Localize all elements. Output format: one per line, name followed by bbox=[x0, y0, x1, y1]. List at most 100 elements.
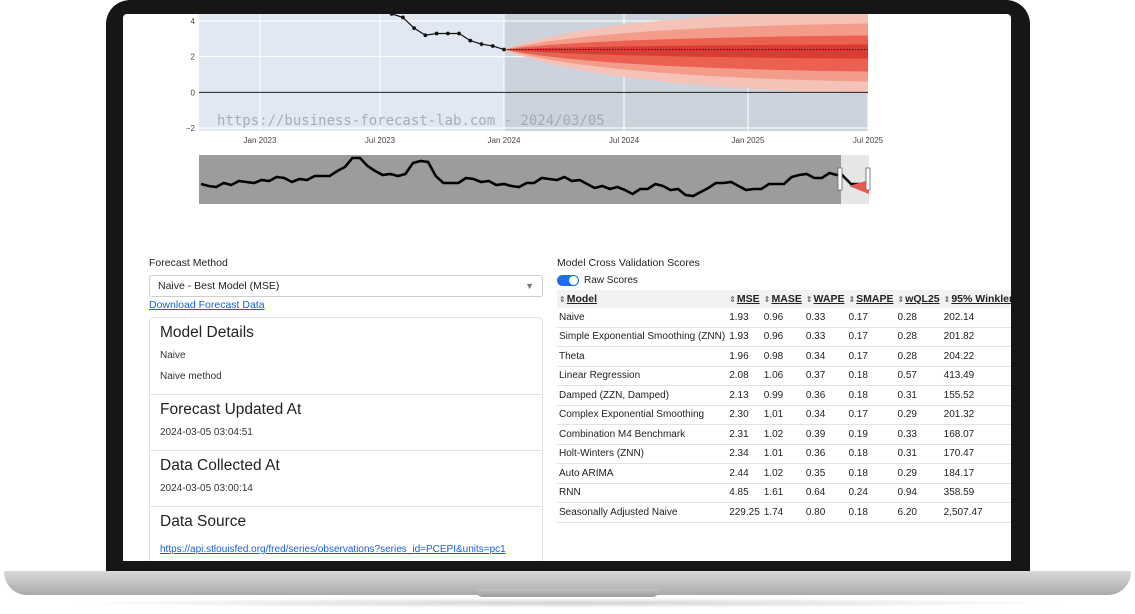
score-cell: 4.85 bbox=[727, 483, 762, 503]
model-details-section: Model Details Naive Naive method bbox=[150, 318, 542, 395]
column-header-mase[interactable]: ⇕MASE bbox=[761, 290, 804, 308]
model-name-cell: Seasonally Adjusted Naive bbox=[557, 502, 728, 523]
cv-scores-table: ⇕Model ⇕MSE ⇕MASE ⇕WAPE ⇕SMAPE ⇕wQL25 ⇕9… bbox=[557, 290, 1011, 523]
score-cell: 0.94 bbox=[895, 483, 942, 503]
score-cell: 2.44 bbox=[727, 463, 762, 484]
score-cell: 1.06 bbox=[761, 366, 804, 386]
raw-scores-label: Raw Scores bbox=[584, 275, 638, 286]
column-header-mse[interactable]: ⇕MSE bbox=[727, 290, 762, 308]
laptop-notch bbox=[475, 589, 660, 597]
score-cell: 1.01 bbox=[761, 444, 804, 464]
y-axis-ticks: 4 2 0 −2 bbox=[186, 17, 196, 133]
table-row: Complex Exponential Smoothing 2.30 1.01 0.3… bbox=[557, 405, 1011, 425]
score-cell: 0.17 bbox=[846, 405, 896, 425]
score-cell: 0.24 bbox=[846, 483, 896, 503]
model-name-cell: Damped (ZZN, Damped) bbox=[557, 385, 728, 406]
sort-icon: ⇕ bbox=[763, 295, 771, 304]
table-row: RNN 4.85 1.61 0.64 0.24 0.94 358.59 bbox=[557, 483, 1011, 503]
score-cell: 0.64 bbox=[803, 483, 847, 503]
score-cell: 0.36 bbox=[803, 444, 847, 464]
sort-icon: ⇕ bbox=[805, 295, 813, 304]
column-header-smape[interactable]: ⇕SMAPE bbox=[846, 290, 896, 308]
score-cell: 1.93 bbox=[727, 308, 762, 328]
y-tick-label: 4 bbox=[191, 17, 196, 26]
score-cell: 1.61 bbox=[761, 483, 804, 503]
score-cell: 2.13 bbox=[727, 385, 762, 406]
x-tick-label: Jan 2024 bbox=[488, 136, 521, 145]
score-cell: 229.25 bbox=[727, 502, 762, 523]
score-cell: 0.57 bbox=[895, 366, 942, 386]
column-header-wql25[interactable]: ⇕wQL25 bbox=[895, 290, 942, 308]
forecast-method-select[interactable]: Naive - Best Model (MSE) ▼ bbox=[149, 275, 543, 297]
x-tick-label: Jan 2023 bbox=[244, 136, 277, 145]
laptop-shadow bbox=[60, 598, 1075, 608]
score-cell: 0.28 bbox=[895, 308, 942, 328]
score-cell: 0.98 bbox=[761, 346, 804, 367]
model-name-cell: Simple Exponential Smoothing (ZNN) bbox=[557, 327, 728, 347]
column-header-winkler[interactable]: ⇕95% Winkler bbox=[941, 290, 1011, 308]
score-cell: 204.22 bbox=[941, 346, 1011, 367]
y-tick-label: 2 bbox=[191, 53, 196, 62]
raw-scores-toggle[interactable] bbox=[557, 275, 579, 286]
data-collected-title: Data Collected At bbox=[160, 457, 280, 474]
table-row: Damped (ZZN, Damped) 2.13 0.99 0.36 0.18 0.31… bbox=[557, 385, 1011, 406]
score-cell: 2.31 bbox=[727, 424, 762, 445]
range-slider-handle-right[interactable] bbox=[865, 167, 871, 191]
forecast-chart[interactable]: 420−2 Jan 2023 Jul 2023 Jan 2024 Jul 2024 Ja… bbox=[123, 14, 1011, 154]
score-cell: 170.47 bbox=[941, 444, 1011, 464]
data-source-link[interactable]: https://api.stlouisfed.org/fred/series/o… bbox=[160, 544, 506, 555]
download-forecast-link[interactable]: Download Forecast Data bbox=[149, 299, 543, 311]
score-cell: 0.35 bbox=[803, 463, 847, 484]
score-cell: 2.34 bbox=[727, 444, 762, 464]
score-cell: 0.28 bbox=[895, 346, 942, 367]
table-row: Naive 1.93 0.96 0.33 0.17 0.28 202.14 bbox=[557, 308, 1011, 328]
score-cell: 1.93 bbox=[727, 327, 762, 347]
range-slider-handle-left[interactable] bbox=[837, 167, 843, 191]
model-name-cell: Complex Exponential Smoothing bbox=[557, 405, 728, 425]
score-cell: 2,507.47 bbox=[941, 502, 1011, 523]
score-cell: 413.49 bbox=[941, 366, 1011, 386]
x-axis-ticks: Jan 2023 Jul 2023 Jan 2024 Jul 2024 Jan 2025… bbox=[244, 136, 884, 145]
table-row: Combination M4 Benchmark 2.31 1.02 0.39 0.19… bbox=[557, 424, 1011, 445]
score-cell: 2.08 bbox=[727, 366, 762, 386]
score-cell: 0.29 bbox=[895, 463, 942, 484]
score-cell: 184.17 bbox=[941, 463, 1011, 484]
sort-icon: ⇕ bbox=[559, 295, 566, 304]
score-cell: 0.18 bbox=[846, 385, 896, 406]
score-cell: 0.96 bbox=[761, 327, 804, 347]
data-collected-value: 2024-03-05 03:00:14 bbox=[160, 483, 253, 494]
chevron-down-icon: ▼ bbox=[525, 281, 534, 291]
model-name-cell: Auto ARIMA bbox=[557, 463, 728, 484]
score-cell: 1.02 bbox=[761, 463, 804, 484]
model-name-cell: Combination M4 Benchmark bbox=[557, 424, 728, 445]
model-name: Naive bbox=[160, 350, 186, 361]
range-slider-window[interactable] bbox=[199, 155, 841, 204]
score-cell: 0.39 bbox=[803, 424, 847, 445]
column-header-model[interactable]: ⇕Model bbox=[557, 290, 728, 308]
score-cell: 0.96 bbox=[761, 308, 804, 328]
range-slider-outside bbox=[841, 155, 869, 204]
toggle-knob bbox=[569, 276, 578, 285]
score-cell: 0.34 bbox=[803, 405, 847, 425]
score-cell: 0.31 bbox=[895, 385, 942, 406]
score-cell: 0.18 bbox=[846, 502, 896, 523]
column-header-label: MASE bbox=[771, 293, 802, 305]
score-cell: 1.96 bbox=[727, 346, 762, 367]
score-cell: 0.17 bbox=[846, 346, 896, 367]
table-row: Auto ARIMA 2.44 1.02 0.35 0.18 0.29 184.17 bbox=[557, 463, 1011, 484]
x-tick-label: Jul 2023 bbox=[365, 136, 396, 145]
column-header-wape[interactable]: ⇕WAPE bbox=[803, 290, 847, 308]
score-cell: 0.18 bbox=[846, 444, 896, 464]
score-cell: 0.34 bbox=[803, 346, 847, 367]
model-description: Naive method bbox=[160, 371, 222, 382]
sort-icon: ⇕ bbox=[729, 295, 736, 304]
table-row: Seasonally Adjusted Naive 229.25 1.74 0.80 0… bbox=[557, 502, 1011, 523]
sort-icon: ⇕ bbox=[943, 295, 951, 304]
score-cell: 0.28 bbox=[895, 327, 942, 347]
watermark-text: https://business-forecast-lab.com - 2024… bbox=[217, 113, 605, 129]
column-header-label: wQL25 bbox=[905, 293, 940, 305]
range-slider-forecast bbox=[849, 180, 869, 194]
cv-scores-title: Model Cross Validation Scores bbox=[557, 257, 700, 269]
score-cell: 1.74 bbox=[761, 502, 804, 523]
model-name-cell: Holt-Winters (ZNN) bbox=[557, 444, 728, 464]
